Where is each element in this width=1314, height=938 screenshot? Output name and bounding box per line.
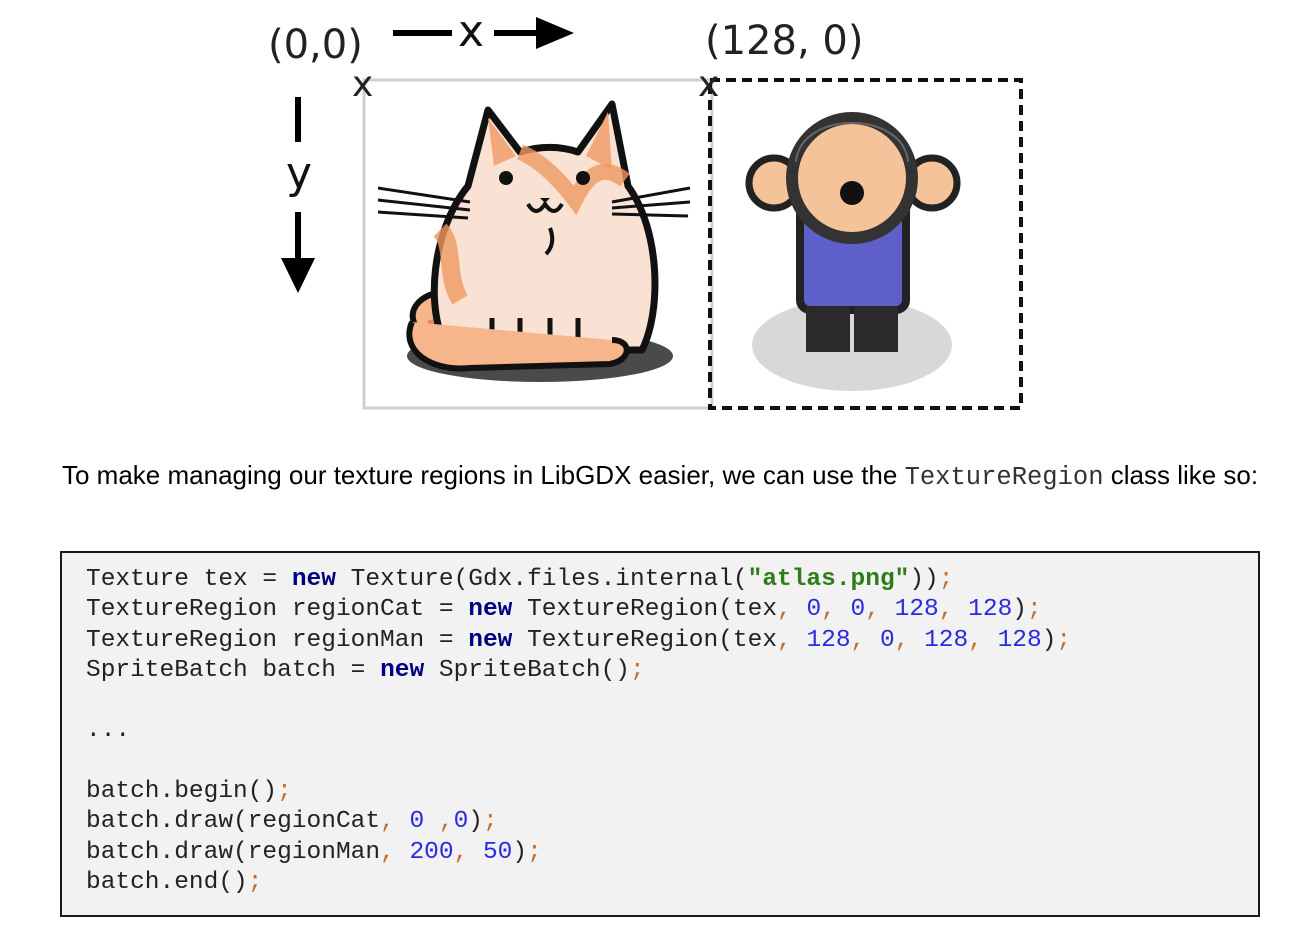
y-axis-label: y [286, 148, 312, 199]
code-token: 128 [997, 626, 1042, 654]
code-line: batch.draw(regionMan, 200, 50); [86, 839, 542, 866]
code-token: ; [482, 808, 498, 836]
origin-label: (0,0) [268, 22, 363, 68]
code-token: 128 [968, 596, 1013, 624]
code-line: TextureRegion regionMan = new TextureReg… [86, 627, 1071, 654]
code-line: Texture tex = new Texture(Gdx.files.inte… [86, 566, 953, 593]
code-token: ; [247, 868, 263, 896]
code-token: , [850, 626, 866, 654]
intro-text-after: class like so: [1103, 460, 1259, 490]
code-token: TextureRegion(tex [512, 626, 778, 654]
code-token: , [777, 596, 792, 624]
code-token: SpriteBatch() [424, 656, 631, 684]
code-line: batch.end(); [86, 869, 262, 896]
second-origin-marker-icon: x [698, 64, 719, 105]
code-token: , [821, 596, 836, 624]
code-token: , [380, 808, 395, 836]
code-listing: Texture tex = new Texture(Gdx.files.inte… [86, 565, 1071, 898]
code-token: , [380, 838, 395, 866]
code-block: Texture tex = new Texture(Gdx.files.inte… [60, 551, 1260, 917]
code-token: , [865, 596, 880, 624]
code-token: new [468, 626, 513, 654]
x-axis-label: x [458, 6, 484, 57]
code-token: ; [938, 566, 954, 593]
code-token: new [468, 596, 513, 624]
code-token: , [938, 596, 954, 624]
code-token: 128 [894, 596, 939, 624]
code-token: ; [527, 838, 542, 866]
code-token: batch.draw(regionMan [86, 838, 381, 866]
code-token: batch.end() [86, 868, 248, 896]
code-token: 0 [806, 596, 822, 624]
code-token: ) [512, 838, 528, 866]
second-origin-label: (128, 0) [705, 18, 863, 64]
code-token: 0 [850, 596, 866, 624]
code-token: new [291, 566, 336, 593]
code-token: ; [1056, 626, 1072, 654]
code-token: 200 [409, 838, 454, 866]
code-token: TextureRegion(tex [512, 596, 778, 624]
code-token: 50 [482, 838, 513, 866]
texture-atlas-diagram: (0,0) (128, 0) x y x x [268, 6, 1023, 410]
code-line: TextureRegion regionCat = new TextureReg… [86, 596, 1042, 623]
code-token: batch.draw(regionCat [86, 808, 381, 836]
inline-code-textureregion: TextureRegion [904, 463, 1104, 492]
code-token: ) [1012, 596, 1027, 624]
code-token: ; [277, 778, 292, 806]
code-token: , [777, 626, 792, 654]
code-token: Texture tex = [86, 566, 292, 593]
code-token: , [968, 626, 983, 654]
origin-marker-icon: x [352, 64, 373, 105]
code-line: batch.draw(regionCat, 0 ,0); [86, 808, 498, 835]
code-token: TextureRegion regionMan = [86, 626, 469, 654]
intro-paragraph: To make managing our texture regions in … [62, 454, 1277, 499]
code-token: ... [86, 717, 131, 745]
code-line: SpriteBatch batch = new SpriteBatch(); [86, 657, 645, 684]
code-token: ) [1041, 626, 1057, 654]
intro-text-before: To make managing our texture regions in … [62, 460, 905, 490]
code-line: ... [86, 717, 130, 744]
code-token: ; [1026, 596, 1042, 624]
code-token: , [424, 808, 454, 836]
code-token: ) [468, 808, 483, 836]
code-token: )) [909, 566, 939, 593]
code-token: Texture(Gdx.files.internal( [335, 566, 748, 593]
code-token: , [453, 838, 469, 866]
code-token: new [380, 656, 425, 684]
cat-sprite-icon [377, 100, 691, 382]
code-token: "atlas.png" [747, 566, 910, 593]
code-token: 0 [453, 808, 469, 836]
code-token: 128 [806, 626, 851, 654]
y-axis-arrow: y [281, 97, 315, 293]
code-token: 0 [879, 626, 895, 654]
code-token: , [894, 626, 910, 654]
code-token: batch.begin() [86, 778, 278, 806]
code-line: batch.begin(); [86, 778, 292, 805]
code-token: TextureRegion regionCat = [86, 596, 469, 624]
man-sprite-icon [745, 112, 961, 391]
x-axis-arrow: x [393, 6, 574, 57]
code-token: SpriteBatch batch = [86, 656, 381, 684]
code-token: ; [630, 656, 645, 684]
code-token: 0 [409, 808, 425, 836]
code-token: 128 [924, 626, 969, 654]
